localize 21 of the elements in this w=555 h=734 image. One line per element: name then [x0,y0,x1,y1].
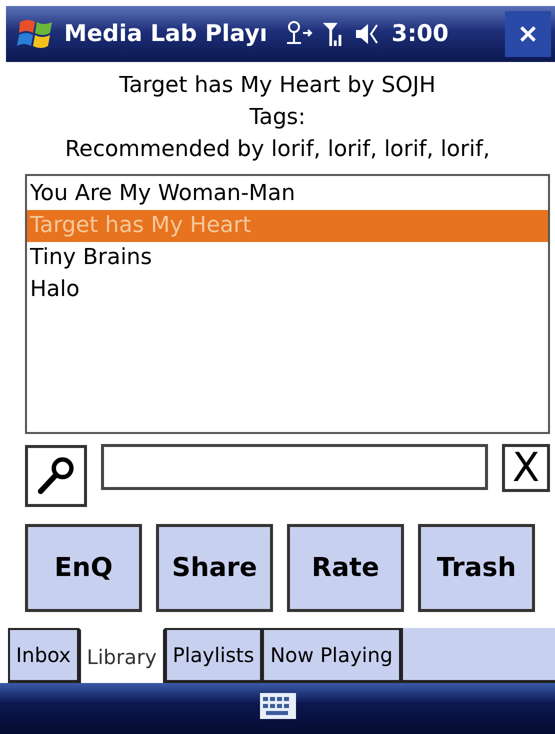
tab[interactable]: Playlists [164,628,262,680]
song-title: Target has My Heart by SOJH [118,72,437,100]
action-button[interactable]: Trash [418,524,535,612]
keyboard-icon[interactable] [260,693,296,719]
song-item[interactable]: You Are My Woman-Man [27,178,548,210]
tab[interactable]: Library [78,628,165,683]
search-field[interactable] [101,444,488,490]
recommended-text: Recommended by lorif, lorif, lorif, lorif, [64,136,491,164]
tab[interactable]: Inbox [8,628,79,680]
window-title: Media Lab Playı [64,21,268,47]
action-button[interactable]: Rate [287,524,404,612]
song-item[interactable]: Tiny Brains [27,242,548,274]
song-item[interactable]: Halo [27,274,548,306]
clock-time: 3:00 [391,21,449,47]
close-button[interactable] [505,11,551,57]
action-button[interactable]: EnQ [25,524,142,612]
tags-label: Tags: [248,104,307,132]
search-button[interactable] [25,445,87,507]
tab[interactable]: Now Playing [262,628,401,680]
action-button[interactable]: Share [156,524,273,612]
clear-button[interactable]: X [502,444,550,492]
